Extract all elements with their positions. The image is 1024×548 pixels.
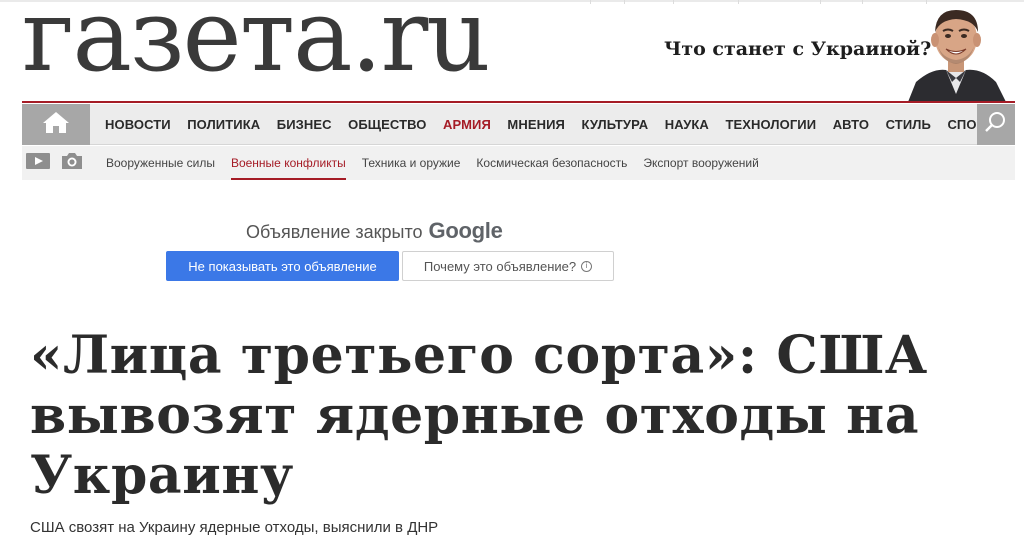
article-headline: «Лица третьего сорта»: США вывозят ядерн… (30, 326, 930, 506)
nav-item-business[interactable]: БИЗНЕС (277, 117, 332, 132)
ad-closed-text: Объявление закрыто (246, 222, 423, 242)
search-icon (984, 110, 1008, 139)
info-icon: i (581, 260, 593, 272)
nav-item-politics[interactable]: ПОЛИТИКА (187, 117, 260, 132)
why-ad-button[interactable]: Почему это объявление? i (402, 251, 614, 281)
headline-line: «Лица третьего сорта»: США (30, 325, 928, 386)
top-divider (738, 0, 739, 4)
top-divider (862, 0, 863, 4)
nav-item-opinions[interactable]: МНЕНИЯ (507, 117, 565, 132)
top-divider (673, 0, 674, 4)
main-nav: НОВОСТИ ПОЛИТИКА БИЗНЕС ОБЩЕСТВО АРМИЯ М… (22, 104, 1015, 145)
top-divider (624, 0, 625, 4)
hide-ad-button[interactable]: Не показывать это объявление (166, 251, 399, 281)
camera-icon[interactable] (60, 152, 84, 175)
google-logo: Google (428, 218, 503, 243)
search-button[interactable] (977, 104, 1015, 145)
media-icons (22, 146, 84, 180)
subnav-item-military-conflicts[interactable]: Военные конфликты (230, 146, 346, 180)
nav-item-news[interactable]: НОВОСТИ (105, 117, 171, 132)
nav-item-science[interactable]: НАУКА (665, 117, 709, 132)
headline-line: Украину (30, 445, 294, 506)
nav-item-tech[interactable]: ТЕХНОЛОГИИ (725, 117, 816, 132)
why-ad-label: Почему это объявление? (423, 258, 577, 274)
nav-item-auto[interactable]: АВТО (833, 117, 869, 132)
home-icon (41, 110, 71, 139)
header-divider (22, 101, 1015, 103)
top-divider (590, 0, 591, 4)
article-subtitle: США свозят на Украину ядерные отходы, вы… (30, 519, 439, 536)
sub-nav: Вооруженные силы Военные конфликты Техни… (22, 146, 1015, 180)
subnav-item-equipment-weapons[interactable]: Техника и оружие (362, 146, 461, 180)
subnav-items: Вооруженные силы Военные конфликты Техни… (106, 146, 775, 180)
promo-portrait[interactable] (902, 2, 1010, 102)
nav-items: НОВОСТИ ПОЛИТИКА БИЗНЕС ОБЩЕСТВО АРМИЯ М… (105, 104, 1010, 145)
video-icon[interactable] (26, 152, 50, 175)
home-button[interactable] (22, 104, 90, 145)
subnav-item-arms-export[interactable]: Экспорт вооружений (643, 146, 758, 180)
nav-item-army[interactable]: АРМИЯ (443, 117, 491, 132)
nav-item-style[interactable]: СТИЛЬ (886, 117, 931, 132)
ad-closed-notice: Объявление закрыто Google (246, 218, 503, 246)
subnav-item-armed-forces[interactable]: Вооруженные силы (106, 146, 215, 180)
nav-item-society[interactable]: ОБЩЕСТВО (348, 117, 426, 132)
top-divider (820, 0, 821, 4)
site-logo[interactable]: газета.ru (22, 0, 491, 86)
promo-link[interactable]: Что станет с Украиной? (664, 38, 931, 60)
nav-item-culture[interactable]: КУЛЬТУРА (581, 117, 648, 132)
subnav-item-space-security[interactable]: Космическая безопасность (476, 146, 627, 180)
headline-line: вывозят ядерные отходы на (30, 385, 920, 446)
